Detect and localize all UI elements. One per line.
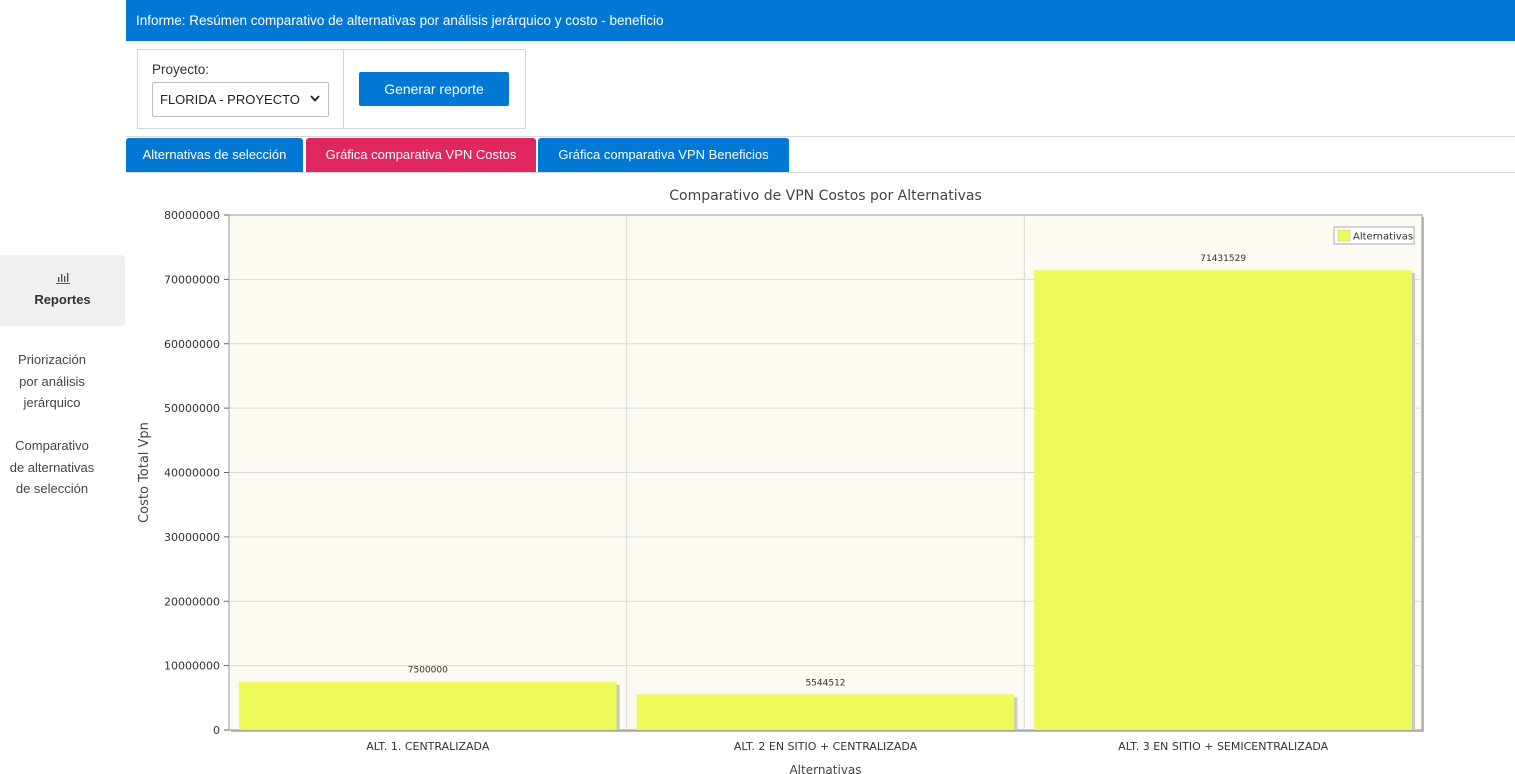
report-header: Informe: Resúmen comparativo de alternat… — [126, 0, 1515, 41]
sidebar-item-comparativo[interactable]: Comparativo de alternativas de selección — [0, 435, 104, 500]
chevron-down-icon — [310, 95, 320, 102]
tab-alternativas-seleccion[interactable]: Alternativas de selección — [126, 138, 303, 172]
bar — [636, 694, 1015, 730]
project-select-value: FLORIDA - PROYECTO — [160, 92, 300, 107]
sidebar-item-label-line: Comparativo — [15, 438, 89, 453]
data-label: 7500000 — [408, 666, 448, 676]
project-select[interactable]: FLORIDA - PROYECTO — [152, 82, 329, 117]
report-controls: Proyecto: FLORIDA - PROYECTO Generar rep… — [137, 49, 526, 129]
project-label: Proyecto: — [152, 62, 210, 77]
sidebar-item-label-line: Priorización — [18, 352, 86, 367]
tab-vpn-costos[interactable]: Gráfica comparativa VPN Costos — [306, 138, 536, 172]
bar — [1034, 270, 1412, 730]
divider — [126, 172, 1515, 173]
legend-label: Alternativas — [1353, 232, 1413, 243]
data-label: 5544512 — [805, 678, 845, 688]
x-tick-label: ALT. 1. CENTRALIZADA — [366, 740, 490, 753]
y-tick-label: 30000000 — [164, 531, 220, 544]
x-tick-label: ALT. 3 EN SITIO + SEMICENTRALIZADA — [1118, 740, 1328, 753]
chart-title: Comparativo de VPN Costos por Alternativ… — [669, 188, 982, 204]
divider — [343, 50, 344, 128]
divider — [126, 136, 1515, 137]
y-tick-label: 80000000 — [164, 209, 220, 222]
sidebar-item-label: Reportes — [34, 292, 91, 307]
y-tick-label: 10000000 — [164, 660, 220, 673]
sidebar-item-label-line: de alternativas — [9, 459, 95, 475]
bar-chart-icon — [55, 273, 70, 284]
sidebar-item-priorizacion[interactable]: Priorización por análisis jerárquico — [0, 349, 104, 414]
bar — [239, 681, 617, 730]
sidebar-item-label-line: por análisis — [19, 373, 85, 389]
y-tick-label: 70000000 — [164, 273, 220, 286]
y-tick-label: 0 — [213, 724, 220, 737]
y-tick-label: 60000000 — [164, 338, 220, 351]
generate-report-button[interactable]: Generar reporte — [359, 72, 509, 106]
x-axis-label: Alternativas — [789, 763, 861, 774]
tab-vpn-beneficios[interactable]: Gráfica comparativa VPN Beneficios — [538, 138, 789, 172]
y-axis-label: Costo Total Vpn — [137, 422, 152, 523]
y-tick-label: 50000000 — [164, 402, 220, 415]
sidebar-item-label-line: jerárquico — [23, 395, 81, 410]
vpn-costs-chart: Comparativo de VPN Costos por Alternativ… — [137, 188, 1424, 774]
y-tick-label: 20000000 — [164, 595, 220, 608]
x-tick-label: ALT. 2 EN SITIO + CENTRALIZADA — [734, 740, 918, 753]
sidebar-item-label-line: de selección — [15, 481, 89, 496]
sidebar: Reportes Priorización por análisis jerár… — [0, 0, 126, 774]
sidebar-item-reportes[interactable]: Reportes — [0, 255, 125, 326]
legend-swatch — [1337, 229, 1351, 242]
data-label: 71431529 — [1200, 254, 1246, 264]
y-tick-label: 40000000 — [164, 467, 220, 480]
